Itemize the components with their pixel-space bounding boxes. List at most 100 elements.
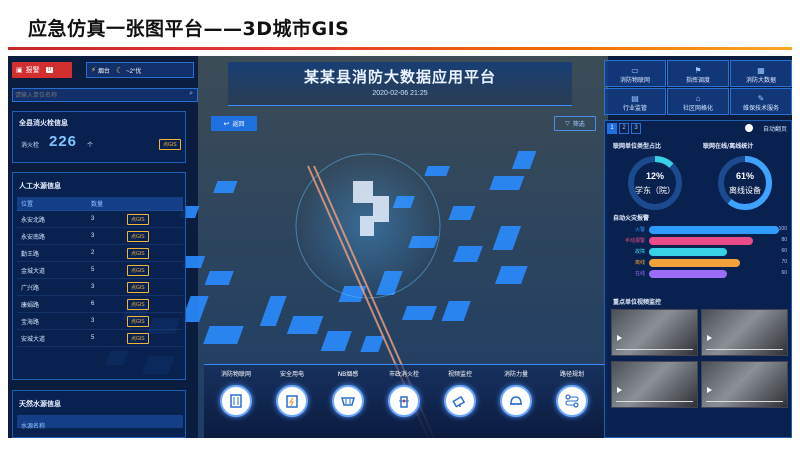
hydrant-panel: 全县消火栓信息 消火栓 226 个 点GIS bbox=[12, 111, 186, 163]
column-header-location: 位置 bbox=[17, 197, 87, 211]
row-gis-button[interactable]: 点GIS bbox=[127, 281, 149, 293]
page-2[interactable]: 2 bbox=[619, 123, 629, 134]
search-icon[interactable]: ⌕ bbox=[189, 90, 193, 98]
table-row: 广兴路 3 点GIS bbox=[17, 278, 183, 296]
weather-value: ~2°优 bbox=[126, 68, 142, 75]
play-icon[interactable] bbox=[617, 335, 622, 341]
search-input[interactable] bbox=[15, 90, 175, 101]
video-progress bbox=[706, 349, 783, 350]
search-box: ⌕ bbox=[12, 88, 198, 102]
video-feed-1[interactable] bbox=[611, 309, 698, 356]
video-progress bbox=[706, 401, 783, 402]
video-feed-4[interactable] bbox=[701, 361, 788, 408]
building-icon bbox=[220, 385, 252, 417]
nav-label: 行业监管 bbox=[622, 105, 647, 112]
row-gis-button[interactable]: 点GIS bbox=[127, 315, 149, 327]
row-gis-button[interactable]: 点GIS bbox=[127, 332, 149, 344]
alarm-bar-value: 100 bbox=[778, 226, 787, 232]
back-icon: ↩ bbox=[223, 120, 230, 128]
table-row: 金城大道 5 点GIS bbox=[17, 261, 183, 279]
command-icon: ⚑ bbox=[694, 66, 702, 75]
natural-water-title: 天然水源信息 bbox=[19, 400, 61, 408]
table-row: 安城大道 5 点GIS bbox=[17, 329, 183, 347]
video-feed-2[interactable] bbox=[701, 309, 788, 356]
nav-iot[interactable]: ▭ 消防物联网 bbox=[604, 60, 666, 87]
tool-iot[interactable]: 消防物联网 bbox=[206, 365, 266, 435]
wrench-icon: ✎ bbox=[757, 94, 765, 103]
back-label: 返回 bbox=[232, 122, 245, 128]
right-label: 离线设备 bbox=[729, 186, 761, 195]
tool-electric-safety[interactable]: 安全用电 bbox=[262, 365, 322, 435]
tool-route-planning[interactable]: 路径规划 bbox=[542, 365, 602, 435]
left-percent: 12% bbox=[645, 171, 664, 181]
monitor-icon: ▭ bbox=[631, 66, 639, 75]
row-count: 3 bbox=[87, 210, 123, 228]
column-header-count: 数量 bbox=[87, 197, 123, 211]
natural-water-panel: 天然水源信息 水源名称 bbox=[12, 390, 186, 438]
back-button[interactable]: ↩ 返回 bbox=[211, 116, 257, 131]
table-row: 永安南路 3 点GIS bbox=[17, 227, 183, 245]
tool-video[interactable]: 视频监控 bbox=[430, 365, 490, 435]
pager: 1 2 3 自动翻页 bbox=[607, 123, 789, 135]
row-location: 广兴路 bbox=[17, 278, 87, 296]
alarm-bar-value: 70 bbox=[781, 259, 787, 265]
alarm-bar-row: 火警 100 bbox=[609, 225, 789, 235]
nav-maintenance[interactable]: ✎ 维保技术服务 bbox=[730, 88, 792, 115]
water-sources-table: 位置 数量 永安北路 3 点GIS 永安南路 3 点GIS 勤王路 2 点GIS… bbox=[17, 197, 183, 347]
row-gis-button[interactable]: 点GIS bbox=[127, 247, 149, 259]
row-count: 5 bbox=[87, 261, 123, 279]
water-sources-title: 人工水源信息 bbox=[19, 182, 61, 190]
video-title: 重点单位视频监控 bbox=[613, 299, 662, 306]
tool-hydrant[interactable]: 市政消火栓 bbox=[374, 365, 434, 435]
row-gis-button[interactable]: 点GIS bbox=[127, 298, 149, 310]
alarm-bar-label: 故障 bbox=[634, 249, 645, 255]
hydrant-gis-button[interactable]: 点GIS bbox=[159, 139, 181, 150]
alarm-bar-value: 60 bbox=[781, 270, 787, 276]
datetime: 2020-02-06 21:25 bbox=[372, 90, 428, 97]
online-offline-donut bbox=[718, 156, 772, 210]
nav-regulation[interactable]: ▤ 行业监管 bbox=[604, 88, 666, 115]
row-location: 金城大道 bbox=[17, 261, 87, 279]
play-icon[interactable] bbox=[707, 387, 712, 393]
doc-icon: ▤ bbox=[631, 94, 639, 103]
alarm-bar-fill bbox=[649, 248, 727, 256]
hydrant-count: 226 bbox=[49, 133, 78, 150]
auto-flip-toggle[interactable] bbox=[745, 124, 753, 132]
route-icon bbox=[556, 385, 588, 417]
tool-nb-smoke[interactable]: NB烟感 bbox=[318, 365, 378, 435]
lightning-icon: ⚡ bbox=[91, 67, 96, 74]
left-label: 学东（院） bbox=[635, 186, 675, 195]
row-gis-button[interactable]: 点GIS bbox=[127, 230, 149, 242]
row-count: 3 bbox=[87, 312, 123, 330]
alarm-bar-fill bbox=[649, 270, 727, 278]
nav-community[interactable]: ⌂ 社区网格化 bbox=[667, 88, 729, 115]
play-icon[interactable] bbox=[617, 387, 622, 393]
row-gis-button[interactable]: 点GIS bbox=[127, 213, 149, 225]
donut-track bbox=[628, 156, 682, 210]
video-feed-3[interactable] bbox=[611, 361, 698, 408]
alarm-button[interactable]: ▣ 报警 0 bbox=[12, 62, 72, 78]
column-header-source-name: 水源名称 bbox=[21, 424, 46, 430]
tool-label: 消防力量 bbox=[503, 371, 528, 378]
row-location: 永安南路 bbox=[17, 227, 87, 245]
smoke-sensor-icon bbox=[332, 385, 364, 417]
dashboard-screen: 某某县消防大数据应用平台 2020-02-06 21:25 ▣ 报警 0 ⚡ 烟… bbox=[8, 56, 792, 438]
tool-fire-force[interactable]: 消防力量 bbox=[486, 365, 546, 435]
alarm-bar-row: 手动报警 80 bbox=[609, 236, 789, 246]
nav-label: 消防大数据 bbox=[745, 77, 776, 84]
page-3[interactable]: 3 bbox=[631, 123, 641, 134]
community-icon: ⌂ bbox=[695, 94, 701, 103]
row-gis-button[interactable]: 点GIS bbox=[127, 264, 149, 276]
row-location: 宝海路 bbox=[17, 312, 87, 330]
slide-title: 应急仿真一张图平台——3D城市GIS bbox=[28, 18, 350, 40]
nav-command[interactable]: ⚑ 指挥调度 bbox=[667, 60, 729, 87]
filter-button[interactable]: ▽ 筛选 bbox=[554, 116, 596, 131]
helmet-icon bbox=[500, 385, 532, 417]
play-icon[interactable] bbox=[707, 335, 712, 341]
nav-bigdata[interactable]: ▦ 消防大数据 bbox=[730, 60, 792, 87]
alarm-bar: ▣ 报警 0 ⚡ 烟台 ☾ ~2°优 bbox=[8, 60, 198, 80]
auto-flip-label: 自动翻页 bbox=[762, 127, 787, 133]
table-row: 勤王路 2 点GIS bbox=[17, 244, 183, 262]
natural-water-header: 水源名称 bbox=[17, 415, 183, 430]
page-1[interactable]: 1 bbox=[607, 123, 617, 134]
